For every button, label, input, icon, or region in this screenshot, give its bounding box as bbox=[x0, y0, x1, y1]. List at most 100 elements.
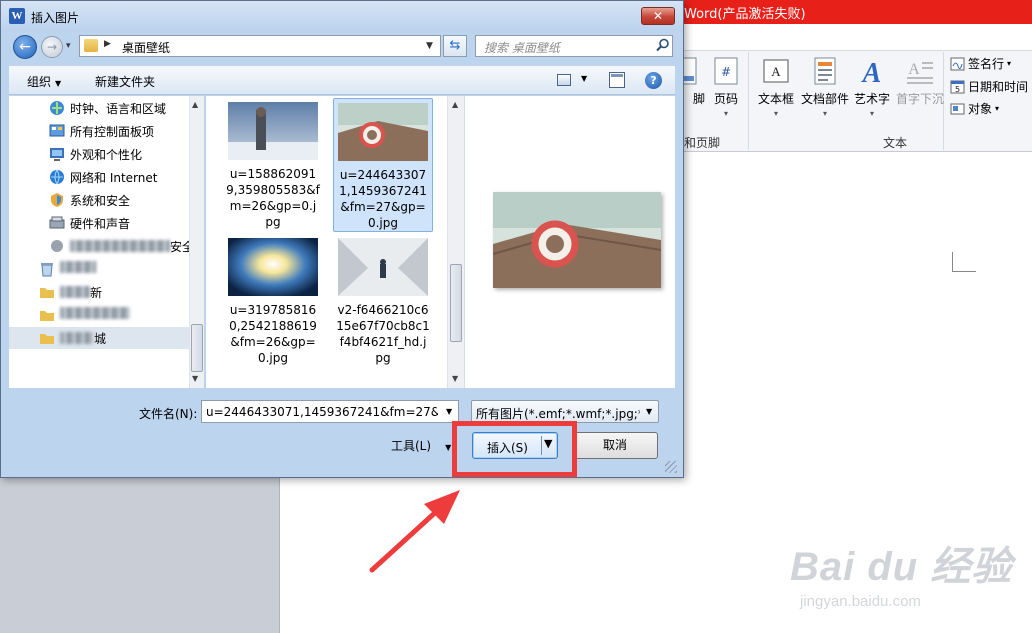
preview-pane-toggle-icon[interactable] bbox=[609, 72, 625, 88]
ribbon-group-label-header-footer: 和页脚 bbox=[684, 136, 721, 150]
chevron-down-icon: ▼ bbox=[55, 79, 62, 88]
network-icon bbox=[50, 169, 64, 185]
watermark-url: jingyan.baidu.com bbox=[800, 593, 921, 610]
nav-item-network[interactable]: 网络和 Internet bbox=[9, 166, 189, 188]
file-thumbnail bbox=[228, 102, 318, 160]
forward-button[interactable]: → bbox=[41, 36, 63, 58]
file-list-scrollbar[interactable]: ▲ ▼ bbox=[447, 96, 464, 388]
search-placeholder: 搜索 桌面壁纸 bbox=[484, 41, 560, 55]
back-button[interactable]: ← bbox=[13, 35, 37, 59]
chevron-down-icon: ▾ bbox=[774, 109, 779, 118]
nav-item-label: 系统和安全 bbox=[70, 194, 131, 208]
ribbon-signature-line-label: 签名行 bbox=[968, 57, 1005, 71]
scrollbar-thumb[interactable] bbox=[450, 264, 462, 342]
file-item[interactable]: v2-f6466210c615e67f70cb8c1f4bf4621f_hd.j… bbox=[333, 234, 433, 366]
watermark-brand: Bai du 经验 bbox=[790, 545, 1013, 589]
folder-icon bbox=[40, 311, 54, 321]
nav-item-security-blurred[interactable]: 安全 bbox=[9, 235, 194, 257]
nav-item-folder-new[interactable]: 新 bbox=[9, 281, 189, 303]
nav-item-folder-city[interactable]: 城 bbox=[9, 327, 189, 349]
filename-input[interactable]: u=2446433071,1459367241&fm=27&gp ▼ bbox=[201, 400, 459, 423]
scroll-down-icon[interactable]: ▼ bbox=[452, 374, 458, 383]
chevron-down-icon: ▾ bbox=[723, 109, 728, 118]
redacted-text bbox=[60, 286, 90, 298]
page-number-icon: # bbox=[714, 57, 738, 85]
ribbon-textbox-button[interactable]: A 文本框 ▾ bbox=[758, 56, 794, 118]
scroll-down-icon[interactable]: ▼ bbox=[192, 374, 198, 383]
refresh-button[interactable]: ⇆ bbox=[443, 35, 467, 57]
control-panel-icon bbox=[49, 124, 65, 137]
search-input[interactable]: 搜索 桌面壁纸 bbox=[475, 35, 673, 57]
breadcrumb-chevron-icon[interactable]: ▶ bbox=[104, 39, 111, 49]
tools-menu-button[interactable]: 工具(L) ▼ bbox=[391, 437, 451, 454]
hardware-sound-icon bbox=[49, 216, 65, 229]
chevron-down-icon: ▾ bbox=[1007, 59, 1012, 68]
chevron-down-icon: ▾ bbox=[823, 109, 828, 118]
svg-text:5: 5 bbox=[955, 85, 960, 94]
object-icon bbox=[950, 103, 965, 114]
ribbon-dropcap-button[interactable]: A 首字下沉 bbox=[896, 56, 944, 107]
nav-item-recycle-bin[interactable] bbox=[9, 258, 189, 280]
scroll-up-icon[interactable]: ▲ bbox=[192, 100, 198, 109]
chevron-down-icon[interactable]: ▼ bbox=[446, 407, 452, 416]
folder-icon bbox=[84, 39, 98, 52]
nav-item-appearance[interactable]: 外观和个性化 bbox=[9, 143, 189, 165]
file-list-pane: u=1588620919,359805583&fm=26&gp=0.jpg u=… bbox=[206, 96, 464, 388]
ribbon-date-time-button[interactable]: 5 日期和时间 bbox=[950, 78, 1028, 95]
file-item[interactable]: u=1588620919,359805583&fm=26&gp=0.jpg bbox=[223, 98, 323, 230]
dialog-titlebar[interactable]: W 插入图片 ✕ bbox=[1, 1, 683, 31]
resize-grip[interactable] bbox=[665, 461, 677, 473]
nav-item-clock-region[interactable]: 时钟、语言和区域 bbox=[9, 97, 189, 119]
ribbon-object-button[interactable]: 对象 ▾ bbox=[950, 100, 999, 117]
file-type-select[interactable]: 所有图片(*.emf;*.wmf;*.jpg;*.jpeg ▼ bbox=[471, 400, 659, 423]
nav-item-hardware-sound[interactable]: 硬件和声音 bbox=[9, 212, 189, 234]
close-button[interactable]: ✕ bbox=[641, 7, 675, 25]
nav-item-label: 硬件和声音 bbox=[70, 217, 131, 231]
recent-locations-dropdown[interactable]: ▾ bbox=[66, 41, 71, 51]
doc-parts-icon bbox=[814, 57, 836, 85]
preview-image bbox=[493, 192, 661, 288]
nav-item-all-control-panel[interactable]: 所有控制面板项 bbox=[9, 120, 189, 142]
nav-item-label: 所有控制面板项 bbox=[70, 125, 155, 139]
breadcrumb-location[interactable]: 桌面壁纸 bbox=[122, 39, 170, 56]
scrollbar-thumb[interactable] bbox=[191, 324, 203, 372]
scroll-up-icon[interactable]: ▲ bbox=[452, 100, 458, 109]
appearance-icon bbox=[50, 148, 64, 161]
chevron-down-icon[interactable]: ▼ bbox=[426, 41, 433, 51]
file-item-selected[interactable]: u=2446433071,1459367241&fm=27&gp=0.jpg bbox=[333, 98, 433, 232]
ribbon-doc-parts-button[interactable]: 文档部件 ▾ bbox=[801, 56, 849, 118]
arrow-left-icon: ← bbox=[19, 39, 31, 55]
view-options-icon[interactable] bbox=[557, 74, 571, 86]
svg-text:A: A bbox=[771, 64, 781, 79]
search-icon[interactable] bbox=[656, 38, 670, 52]
file-thumbnail bbox=[228, 238, 318, 296]
new-folder-button[interactable]: 新建文件夹 bbox=[95, 73, 155, 90]
ribbon-page-number-label: 页码 bbox=[713, 92, 738, 106]
dialog-title: 插入图片 bbox=[31, 11, 80, 25]
chevron-down-icon[interactable]: ▼ bbox=[581, 74, 587, 83]
cancel-button[interactable]: 取消 bbox=[572, 432, 658, 459]
file-item[interactable]: u=3197858160,2542188619&fm=26&gp=0.jpg bbox=[223, 234, 323, 366]
nav-item-system-security[interactable]: 系统和安全 bbox=[9, 189, 189, 211]
word-window-title: Word(产品激活失败) bbox=[684, 7, 806, 22]
highlight-box bbox=[452, 421, 577, 477]
ribbon-object-label: 对象 bbox=[968, 102, 993, 116]
folder-icon bbox=[40, 288, 54, 298]
insert-picture-dialog: W 插入图片 ✕ ← → ▾ ▶ 桌面壁纸 ▼ ⇆ 搜索 桌面壁纸 组织 ▼ 新建… bbox=[0, 0, 684, 478]
navigation-pane: 时钟、语言和区域 所有控制面板项 外观和个性化 网络和 Internet 系统和… bbox=[9, 96, 204, 388]
chevron-down-icon: ▾ bbox=[995, 104, 1000, 113]
help-icon[interactable]: ? bbox=[645, 72, 662, 89]
ribbon-signature-line-button[interactable]: 签名行 ▾ bbox=[950, 55, 1011, 72]
address-bar[interactable]: ▶ 桌面壁纸 ▼ bbox=[79, 35, 441, 57]
navigation-scrollbar[interactable]: ▲ ▼ bbox=[189, 96, 204, 388]
nav-item-label-blurred bbox=[60, 307, 130, 321]
system-security-icon bbox=[51, 193, 63, 207]
ribbon-page-number-button[interactable]: # 页码 ▾ bbox=[711, 56, 741, 118]
file-type-value: 所有图片(*.emf;*.wmf;*.jpg;*.jpeg bbox=[476, 407, 640, 421]
nav-item-label-blurred: 安全 bbox=[70, 238, 194, 255]
ribbon-wordart-button[interactable]: A 艺术字 ▾ bbox=[854, 56, 890, 118]
ribbon-footer-button[interactable]: 脚 bbox=[684, 56, 714, 107]
file-thumbnail bbox=[338, 238, 428, 296]
organize-menu[interactable]: 组织 ▼ bbox=[27, 73, 61, 90]
nav-item-folder-blurred[interactable] bbox=[9, 304, 189, 326]
